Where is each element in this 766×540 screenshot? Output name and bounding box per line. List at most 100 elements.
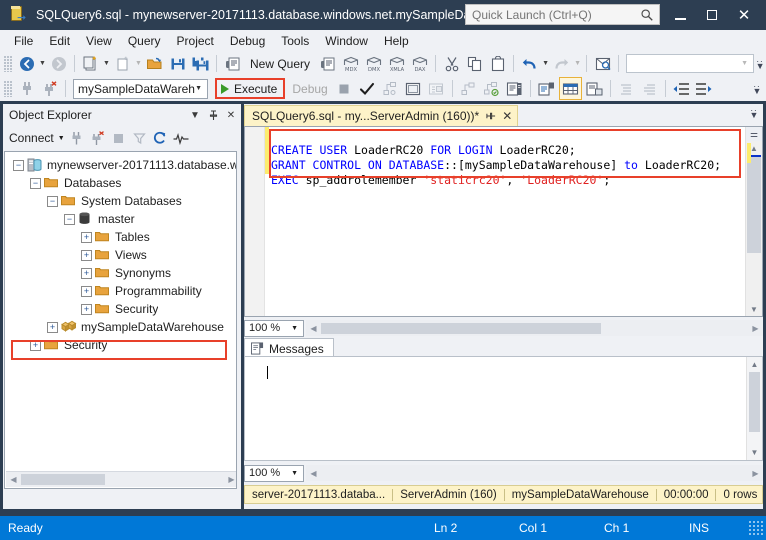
object-explorer-tree[interactable]: − mynewserver-20171113.database.w − Databas…: [4, 151, 237, 489]
scroll-right-arrow-icon[interactable]: ▶: [224, 475, 236, 484]
maximize-button[interactable]: [696, 0, 728, 30]
connect-button[interactable]: Connect ▼: [9, 131, 65, 145]
filter-icon[interactable]: [130, 129, 149, 148]
undo-icon[interactable]: [519, 53, 540, 74]
expand-expander-icon[interactable]: +: [81, 231, 92, 243]
execute-button[interactable]: Execute: [215, 78, 286, 99]
scroll-left-arrow-icon[interactable]: ◀: [6, 475, 21, 484]
pin-icon[interactable]: [486, 111, 496, 121]
connect-plug-icon[interactable]: [16, 78, 37, 99]
tree-node[interactable]: + mySampleDataWarehouse: [5, 318, 236, 336]
results-to-file-icon[interactable]: [584, 78, 605, 99]
menu-help[interactable]: Help: [376, 32, 417, 50]
editor-zoom-selector[interactable]: 100 % ▼: [244, 319, 304, 337]
decrease-indent-icon[interactable]: [671, 78, 692, 99]
disconnect-plug-icon[interactable]: [88, 129, 107, 148]
editor-vscrollbar[interactable]: ⚌ ▲ ▼: [745, 127, 762, 316]
connect-plug-icon[interactable]: [67, 129, 86, 148]
toolbar-grip[interactable]: [4, 55, 12, 72]
editor-hscrollbar[interactable]: ◀ ▶: [306, 320, 763, 336]
scroll-left-arrow-icon[interactable]: ◀: [306, 469, 321, 478]
toolbar-overflow-icon-2[interactable]: ․․ ▼: [751, 81, 763, 96]
disconnect-plug-icon[interactable]: [39, 78, 60, 99]
tree-node[interactable]: + Security: [5, 300, 236, 318]
check-icon[interactable]: [357, 78, 378, 99]
menu-debug[interactable]: Debug: [222, 32, 273, 50]
toolbar-grip-2[interactable]: [4, 80, 12, 97]
hscroll-thumb[interactable]: [21, 474, 105, 485]
collapse-expander-icon[interactable]: −: [30, 177, 41, 189]
dmx-query-icon[interactable]: DMX: [363, 53, 384, 74]
save-all-icon[interactable]: [190, 53, 211, 74]
uncomment-icon[interactable]: [639, 78, 660, 99]
cut-icon[interactable]: [441, 53, 462, 74]
new-item-dropdown[interactable]: ▼: [134, 60, 143, 67]
scroll-down-arrow-icon[interactable]: ▼: [746, 302, 762, 316]
scroll-right-arrow-icon[interactable]: ▶: [748, 324, 763, 333]
messages-hscrollbar[interactable]: ◀ ▶: [306, 465, 763, 481]
collapse-expander-icon[interactable]: −: [47, 195, 58, 207]
copy-icon[interactable]: [464, 53, 485, 74]
menu-tools[interactable]: Tools: [273, 32, 317, 50]
close-button[interactable]: ✕: [728, 0, 766, 30]
sqlcmd-mode-icon[interactable]: [504, 78, 525, 99]
xmla-query-icon[interactable]: XMLA: [386, 53, 407, 74]
tree-node[interactable]: − Databases: [5, 174, 236, 192]
menu-edit[interactable]: Edit: [41, 32, 78, 50]
expand-expander-icon[interactable]: +: [81, 249, 92, 261]
tree-node[interactable]: − master: [5, 210, 236, 228]
navigate-forward-icon[interactable]: [48, 53, 69, 74]
paste-icon[interactable]: [487, 53, 508, 74]
open-file-icon[interactable]: [144, 53, 165, 74]
menu-window[interactable]: Window: [317, 32, 376, 50]
intellisense-icon[interactable]: [426, 78, 447, 99]
actual-plan-icon[interactable]: [458, 78, 479, 99]
collapse-expander-icon[interactable]: −: [13, 159, 24, 171]
messages-vscroll-thumb[interactable]: [749, 372, 760, 432]
results-to-text-icon[interactable]: [536, 78, 557, 99]
scroll-down-arrow-icon[interactable]: ▼: [747, 445, 762, 460]
close-icon[interactable]: ✕: [223, 107, 239, 123]
stop-icon[interactable]: [109, 129, 128, 148]
menu-project[interactable]: Project: [169, 32, 222, 50]
expand-expander-icon[interactable]: +: [81, 267, 92, 279]
database-selector[interactable]: mySampleDataWarehouse ▼: [73, 78, 208, 99]
menu-query[interactable]: Query: [120, 32, 169, 50]
minimize-button[interactable]: [664, 0, 696, 30]
tree-node[interactable]: + Programmability: [5, 282, 236, 300]
expand-expander-icon[interactable]: +: [30, 339, 41, 351]
results-to-grid-icon[interactable]: [558, 77, 582, 100]
increase-indent-icon[interactable]: [694, 78, 715, 99]
client-stats-icon[interactable]: [481, 78, 502, 99]
messages-vscrollbar[interactable]: ▲ ▼: [746, 357, 762, 460]
scroll-left-arrow-icon[interactable]: ◀: [306, 324, 321, 333]
redo-icon[interactable]: [551, 53, 572, 74]
new-query-button[interactable]: New Query: [245, 53, 315, 74]
tree-node[interactable]: + Tables: [5, 228, 236, 246]
sql-code-text[interactable]: CREATE USER LoaderRC20 FOR LOGIN LoaderR…: [271, 143, 740, 188]
expand-expander-icon[interactable]: +: [81, 285, 92, 297]
tab-sqlquery6[interactable]: SQLQuery6.sql - my...ServerAdmin (160))*…: [244, 105, 519, 126]
tree-node[interactable]: − mynewserver-20171113.database.w: [5, 156, 236, 174]
save-icon[interactable]: [167, 53, 188, 74]
editor-vscroll-thumb[interactable]: [747, 157, 761, 253]
quick-launch-input[interactable]: [472, 7, 632, 22]
sql-code-editor[interactable]: CREATE USER LoaderRC20 FOR LOGIN LoaderR…: [244, 126, 763, 317]
activity-monitor-icon[interactable]: [172, 129, 191, 148]
close-icon[interactable]: ✕: [502, 109, 512, 123]
database-query-icon[interactable]: [222, 53, 243, 74]
toolbar-combo[interactable]: ▼: [626, 54, 755, 73]
estimated-plan-icon[interactable]: [380, 78, 401, 99]
mdx-query-icon[interactable]: MDX: [340, 53, 361, 74]
tree-node[interactable]: − System Databases: [5, 192, 236, 210]
object-explorer-hscrollbar[interactable]: ◀ ▶: [6, 471, 236, 487]
editor-hscroll-thumb[interactable]: [321, 322, 601, 334]
query-options-icon[interactable]: [403, 78, 424, 99]
navigate-back-icon[interactable]: [16, 53, 37, 74]
pin-icon[interactable]: [205, 107, 221, 123]
messages-zoom-selector[interactable]: 100 % ▼: [244, 464, 304, 482]
split-editor-icon[interactable]: ⚌: [746, 127, 762, 141]
messages-pane[interactable]: ▲ ▼: [244, 356, 763, 461]
expand-expander-icon[interactable]: +: [47, 321, 58, 333]
scroll-up-arrow-icon[interactable]: ▲: [747, 357, 762, 372]
